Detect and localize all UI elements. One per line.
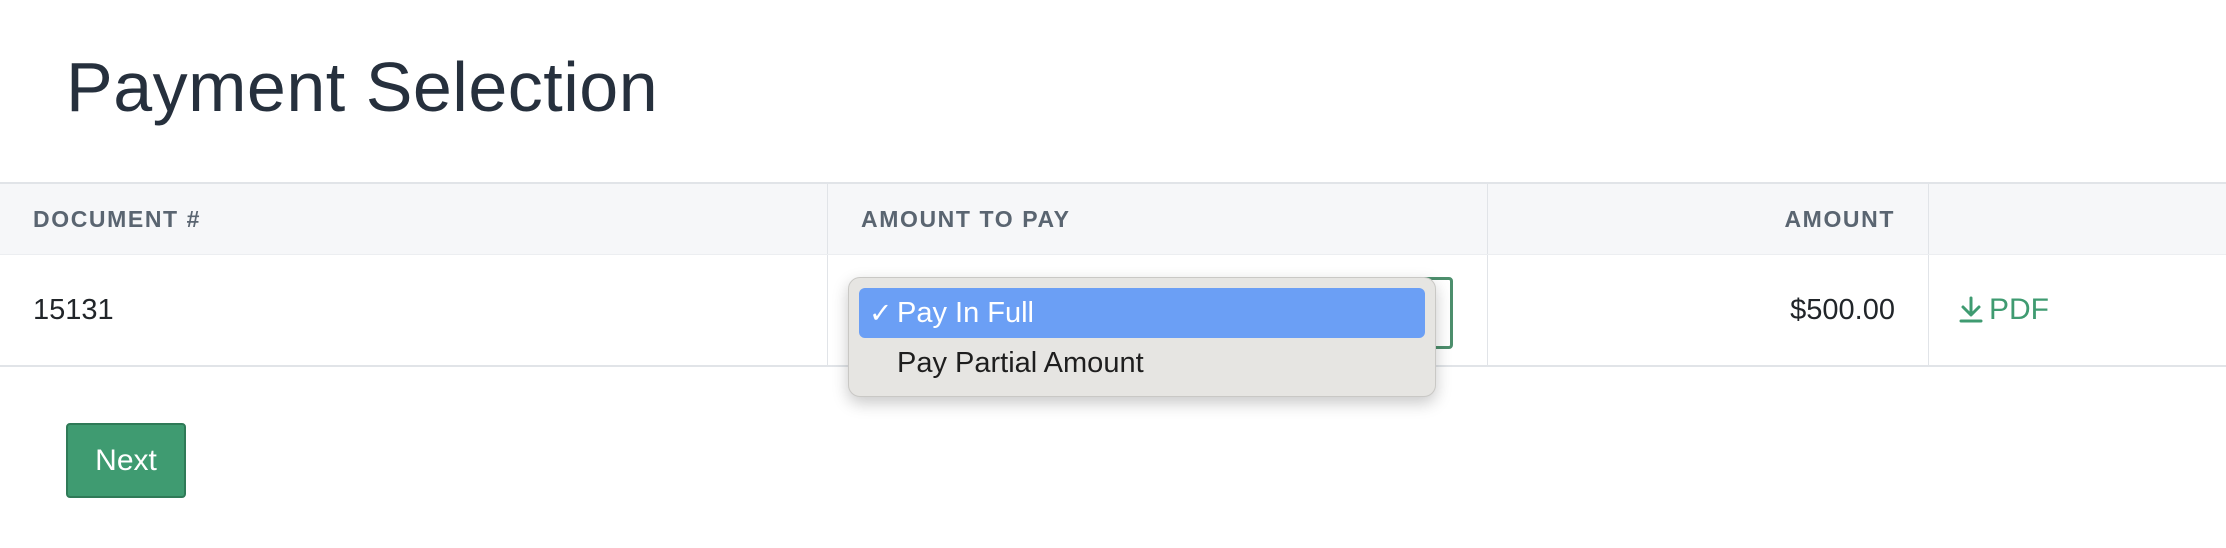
download-cell: PDF [1929, 255, 2226, 365]
amount-to-pay-dropdown-menu: ✓ Pay In Full Pay Partial Amount [848, 277, 1436, 397]
page-title: Payment Selection [66, 48, 659, 126]
amount-value: $500.00 [1488, 255, 1929, 365]
download-icon [1959, 296, 1983, 323]
option-label: Pay In Full [897, 296, 1034, 329]
table-header-row: DOCUMENT # AMOUNT TO PAY AMOUNT [0, 184, 2226, 254]
document-number: 15131 [0, 255, 828, 365]
header-actions [1929, 184, 2226, 254]
option-pay-in-full[interactable]: ✓ Pay In Full [859, 288, 1425, 338]
header-amount: AMOUNT [1488, 184, 1929, 254]
option-label: Pay Partial Amount [897, 346, 1144, 379]
next-button[interactable]: Next [66, 423, 186, 498]
header-amount-to-pay: AMOUNT TO PAY [828, 184, 1488, 254]
download-pdf-label: PDF [1989, 293, 2049, 326]
option-pay-partial-amount[interactable]: Pay Partial Amount [859, 338, 1425, 388]
download-pdf-link[interactable]: PDF [1959, 293, 2049, 327]
checkmark-icon: ✓ [869, 297, 893, 329]
header-document: DOCUMENT # [0, 184, 828, 254]
